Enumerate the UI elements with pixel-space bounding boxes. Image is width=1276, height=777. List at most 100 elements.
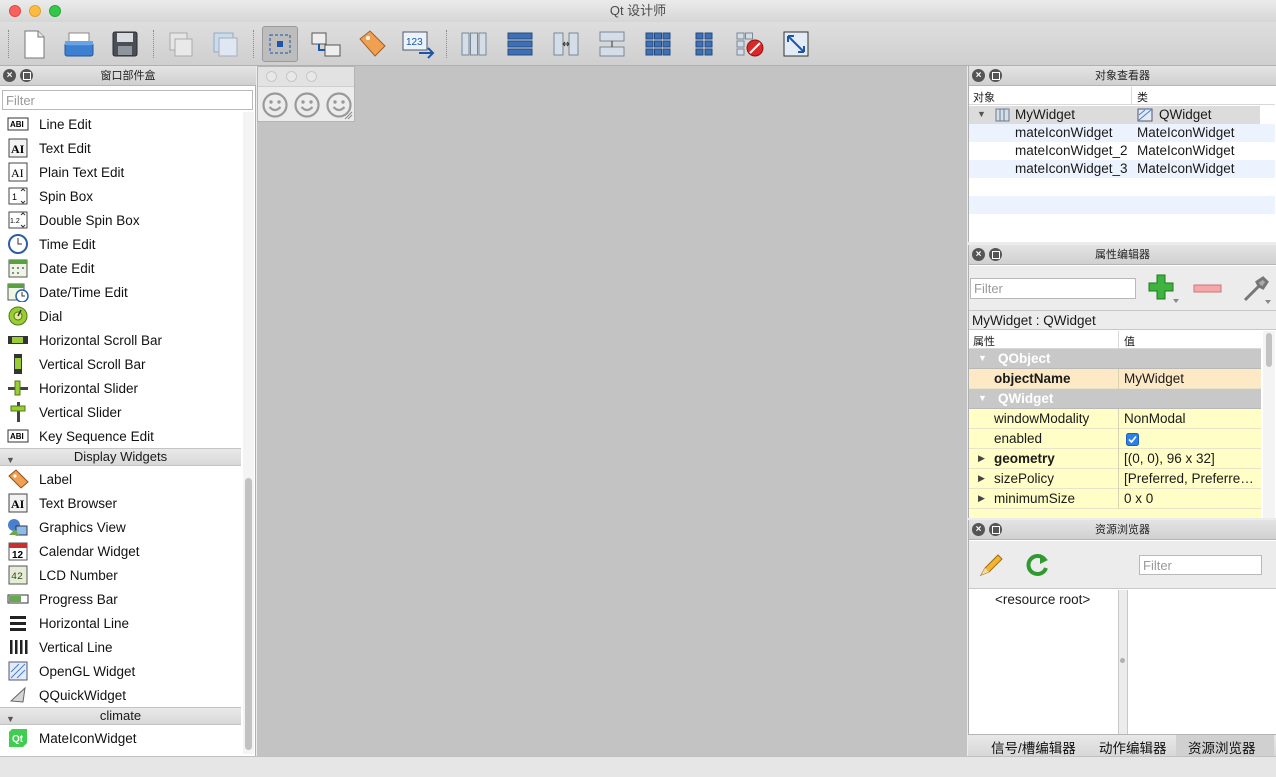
property-group-qobject[interactable]: ▼ QObject (969, 349, 1261, 369)
property-row-minimumsize[interactable]: ▶ minimumSize 0 x 0 (969, 489, 1261, 509)
add-dynamic-property-button[interactable] (1147, 273, 1181, 305)
widget-item-text-edit[interactable]: AI Text Edit (0, 136, 241, 160)
widget-item-calendar-widget[interactable]: 12 Calendar Widget (0, 539, 241, 563)
float-dock-icon[interactable] (989, 248, 1002, 261)
widget-item-mate-icon-widget[interactable]: Qt MateIconWidget (0, 726, 241, 750)
new-file-button[interactable] (15, 26, 51, 62)
object-row-mateiconwidget-3[interactable]: mateIconWidget_3 MateIconWidget (969, 160, 1275, 178)
widget-item-date-time-edit[interactable]: Date/Time Edit (0, 280, 241, 304)
layout-splitter-horizontal-button[interactable] (548, 26, 584, 62)
widget-item-plain-text-edit[interactable]: AI Plain Text Edit (0, 160, 241, 184)
scrollbar-thumb[interactable] (1266, 333, 1272, 367)
configure-wrench-icon[interactable] (1241, 274, 1273, 306)
resource-splitter-handle[interactable] (1119, 590, 1127, 734)
object-row-mateiconwidget-2[interactable]: mateIconWidget_2 MateIconWidget (969, 142, 1275, 160)
widget-item-horizontal-scroll-bar[interactable]: Horizontal Scroll Bar (0, 328, 241, 352)
float-dock-icon[interactable] (989, 69, 1002, 82)
layout-vertical-button[interactable] (502, 26, 538, 62)
edit-widgets-button[interactable] (262, 26, 298, 62)
object-row-mywidget[interactable]: ▼ MyWidget QWidget (969, 106, 1260, 124)
close-icon[interactable]: × (3, 69, 16, 82)
break-layout-button[interactable] (732, 26, 768, 62)
resource-filter-input[interactable] (1139, 555, 1262, 575)
close-icon[interactable]: × (972, 248, 985, 261)
layout-grid-button[interactable] (640, 26, 676, 62)
property-row-objectname[interactable]: objectName MyWidget (969, 369, 1261, 389)
float-dock-icon[interactable] (20, 69, 33, 82)
zoom-window-button[interactable] (49, 5, 61, 17)
widget-item-date-edit[interactable]: Date Edit (0, 256, 241, 280)
resource-file-list[interactable] (1127, 590, 1275, 734)
minimize-window-button[interactable] (29, 5, 41, 17)
property-scrollbar[interactable] (1263, 331, 1275, 518)
widget-item-horizontal-slider[interactable]: Horizontal Slider (0, 376, 241, 400)
widget-item-line-edit[interactable]: ABI Line Edit (0, 112, 241, 136)
reload-resources-button[interactable] (1023, 551, 1051, 579)
widget-item-text-browser[interactable]: AI Text Browser (0, 491, 241, 515)
property-row-enabled[interactable]: enabled (969, 429, 1261, 449)
edit-buddies-button[interactable] (354, 26, 390, 62)
widget-item-progress-bar[interactable]: Progress Bar (0, 587, 241, 611)
widget-item-qquick-widget[interactable]: QQuickWidget (0, 683, 241, 707)
smiley-face-icon[interactable] (261, 91, 289, 119)
save-file-button[interactable] (107, 26, 143, 62)
property-filter-input[interactable] (970, 278, 1136, 299)
widget-list-scrollbar[interactable] (243, 112, 254, 754)
close-icon[interactable]: × (972, 523, 985, 536)
widget-item-vertical-slider[interactable]: Vertical Slider (0, 400, 241, 424)
resize-grip-icon[interactable] (344, 111, 353, 120)
expand-arrow-icon[interactable]: ▶ (978, 453, 985, 464)
property-row-windowmodality[interactable]: windowModality NonModal (969, 409, 1261, 429)
layout-splitter-vertical-button[interactable] (594, 26, 630, 62)
tab-signal-slot-editor[interactable]: 信号/槽编辑器 (991, 737, 1076, 757)
widget-item-lcd-number[interactable]: 42 LCD Number (0, 563, 241, 587)
property-group-qwidget[interactable]: ▼ QWidget (969, 389, 1261, 409)
expand-arrow-icon[interactable]: ▶ (978, 473, 985, 484)
widget-item-opengl-widget[interactable]: OpenGL Widget (0, 659, 241, 683)
text-edit-icon: AI (7, 138, 29, 158)
category-display-widgets[interactable]: ▼ Display Widgets (0, 448, 241, 466)
widget-filter-input[interactable] (2, 90, 253, 110)
open-file-button[interactable] (61, 26, 97, 62)
layout-form-button[interactable] (686, 26, 722, 62)
form-editor-area[interactable] (257, 66, 967, 756)
smiley-face-icon[interactable] (293, 91, 321, 119)
horizontal-line-icon (7, 613, 29, 633)
widget-item-time-edit[interactable]: Time Edit (0, 232, 241, 256)
expand-arrow-icon[interactable]: ▶ (978, 493, 985, 504)
float-dock-icon[interactable] (989, 523, 1002, 536)
widget-item-graphics-view[interactable]: Graphics View (0, 515, 241, 539)
edit-signals-slots-button[interactable] (308, 26, 344, 62)
remove-dynamic-property-button[interactable] (1193, 283, 1223, 295)
copy-button[interactable] (162, 26, 198, 62)
enabled-checkbox[interactable] (1126, 433, 1139, 446)
resource-tree[interactable]: <resource root> (969, 590, 1119, 734)
widget-item-spin-box[interactable]: 1 Spin Box (0, 184, 241, 208)
resource-root-item[interactable]: <resource root> (995, 592, 1090, 607)
property-row-geometry[interactable]: ▶ geometry [(0, 0), 96 x 32] (969, 449, 1261, 469)
widget-item-vertical-line[interactable]: Vertical Line (0, 635, 241, 659)
widget-item-label[interactable]: Label (0, 467, 241, 491)
expand-arrow-icon[interactable]: ▼ (977, 109, 986, 119)
tab-action-editor[interactable]: 动作编辑器 (1099, 737, 1167, 757)
adjust-size-button[interactable] (778, 26, 814, 62)
form-window-mywidget[interactable] (257, 66, 355, 122)
close-window-button[interactable] (9, 5, 21, 17)
widget-item-dial[interactable]: Dial (0, 304, 241, 328)
paste-button[interactable] (207, 26, 243, 62)
close-icon[interactable]: × (972, 69, 985, 82)
expand-arrow-icon[interactable]: ▼ (978, 393, 987, 403)
edit-tab-order-button[interactable]: 123 (400, 26, 436, 62)
expand-arrow-icon[interactable]: ▼ (978, 353, 987, 363)
widget-item-vertical-scroll-bar[interactable]: Vertical Scroll Bar (0, 352, 241, 376)
widget-item-key-sequence-edit[interactable]: ABI Key Sequence Edit (0, 424, 241, 448)
tab-resource-browser[interactable]: 资源浏览器 (1188, 737, 1256, 757)
edit-resources-button[interactable] (977, 551, 1005, 579)
object-row-mateiconwidget[interactable]: mateIconWidget MateIconWidget (969, 124, 1275, 142)
widget-item-double-spin-box[interactable]: 1.2 Double Spin Box (0, 208, 241, 232)
category-climate[interactable]: ▼ climate (0, 707, 241, 725)
layout-horizontal-button[interactable] (456, 26, 492, 62)
widget-item-horizontal-line[interactable]: Horizontal Line (0, 611, 241, 635)
scrollbar-thumb[interactable] (245, 478, 252, 750)
property-row-sizepolicy[interactable]: ▶ sizePolicy [Preferred, Preferred, 0, 0… (969, 469, 1261, 489)
